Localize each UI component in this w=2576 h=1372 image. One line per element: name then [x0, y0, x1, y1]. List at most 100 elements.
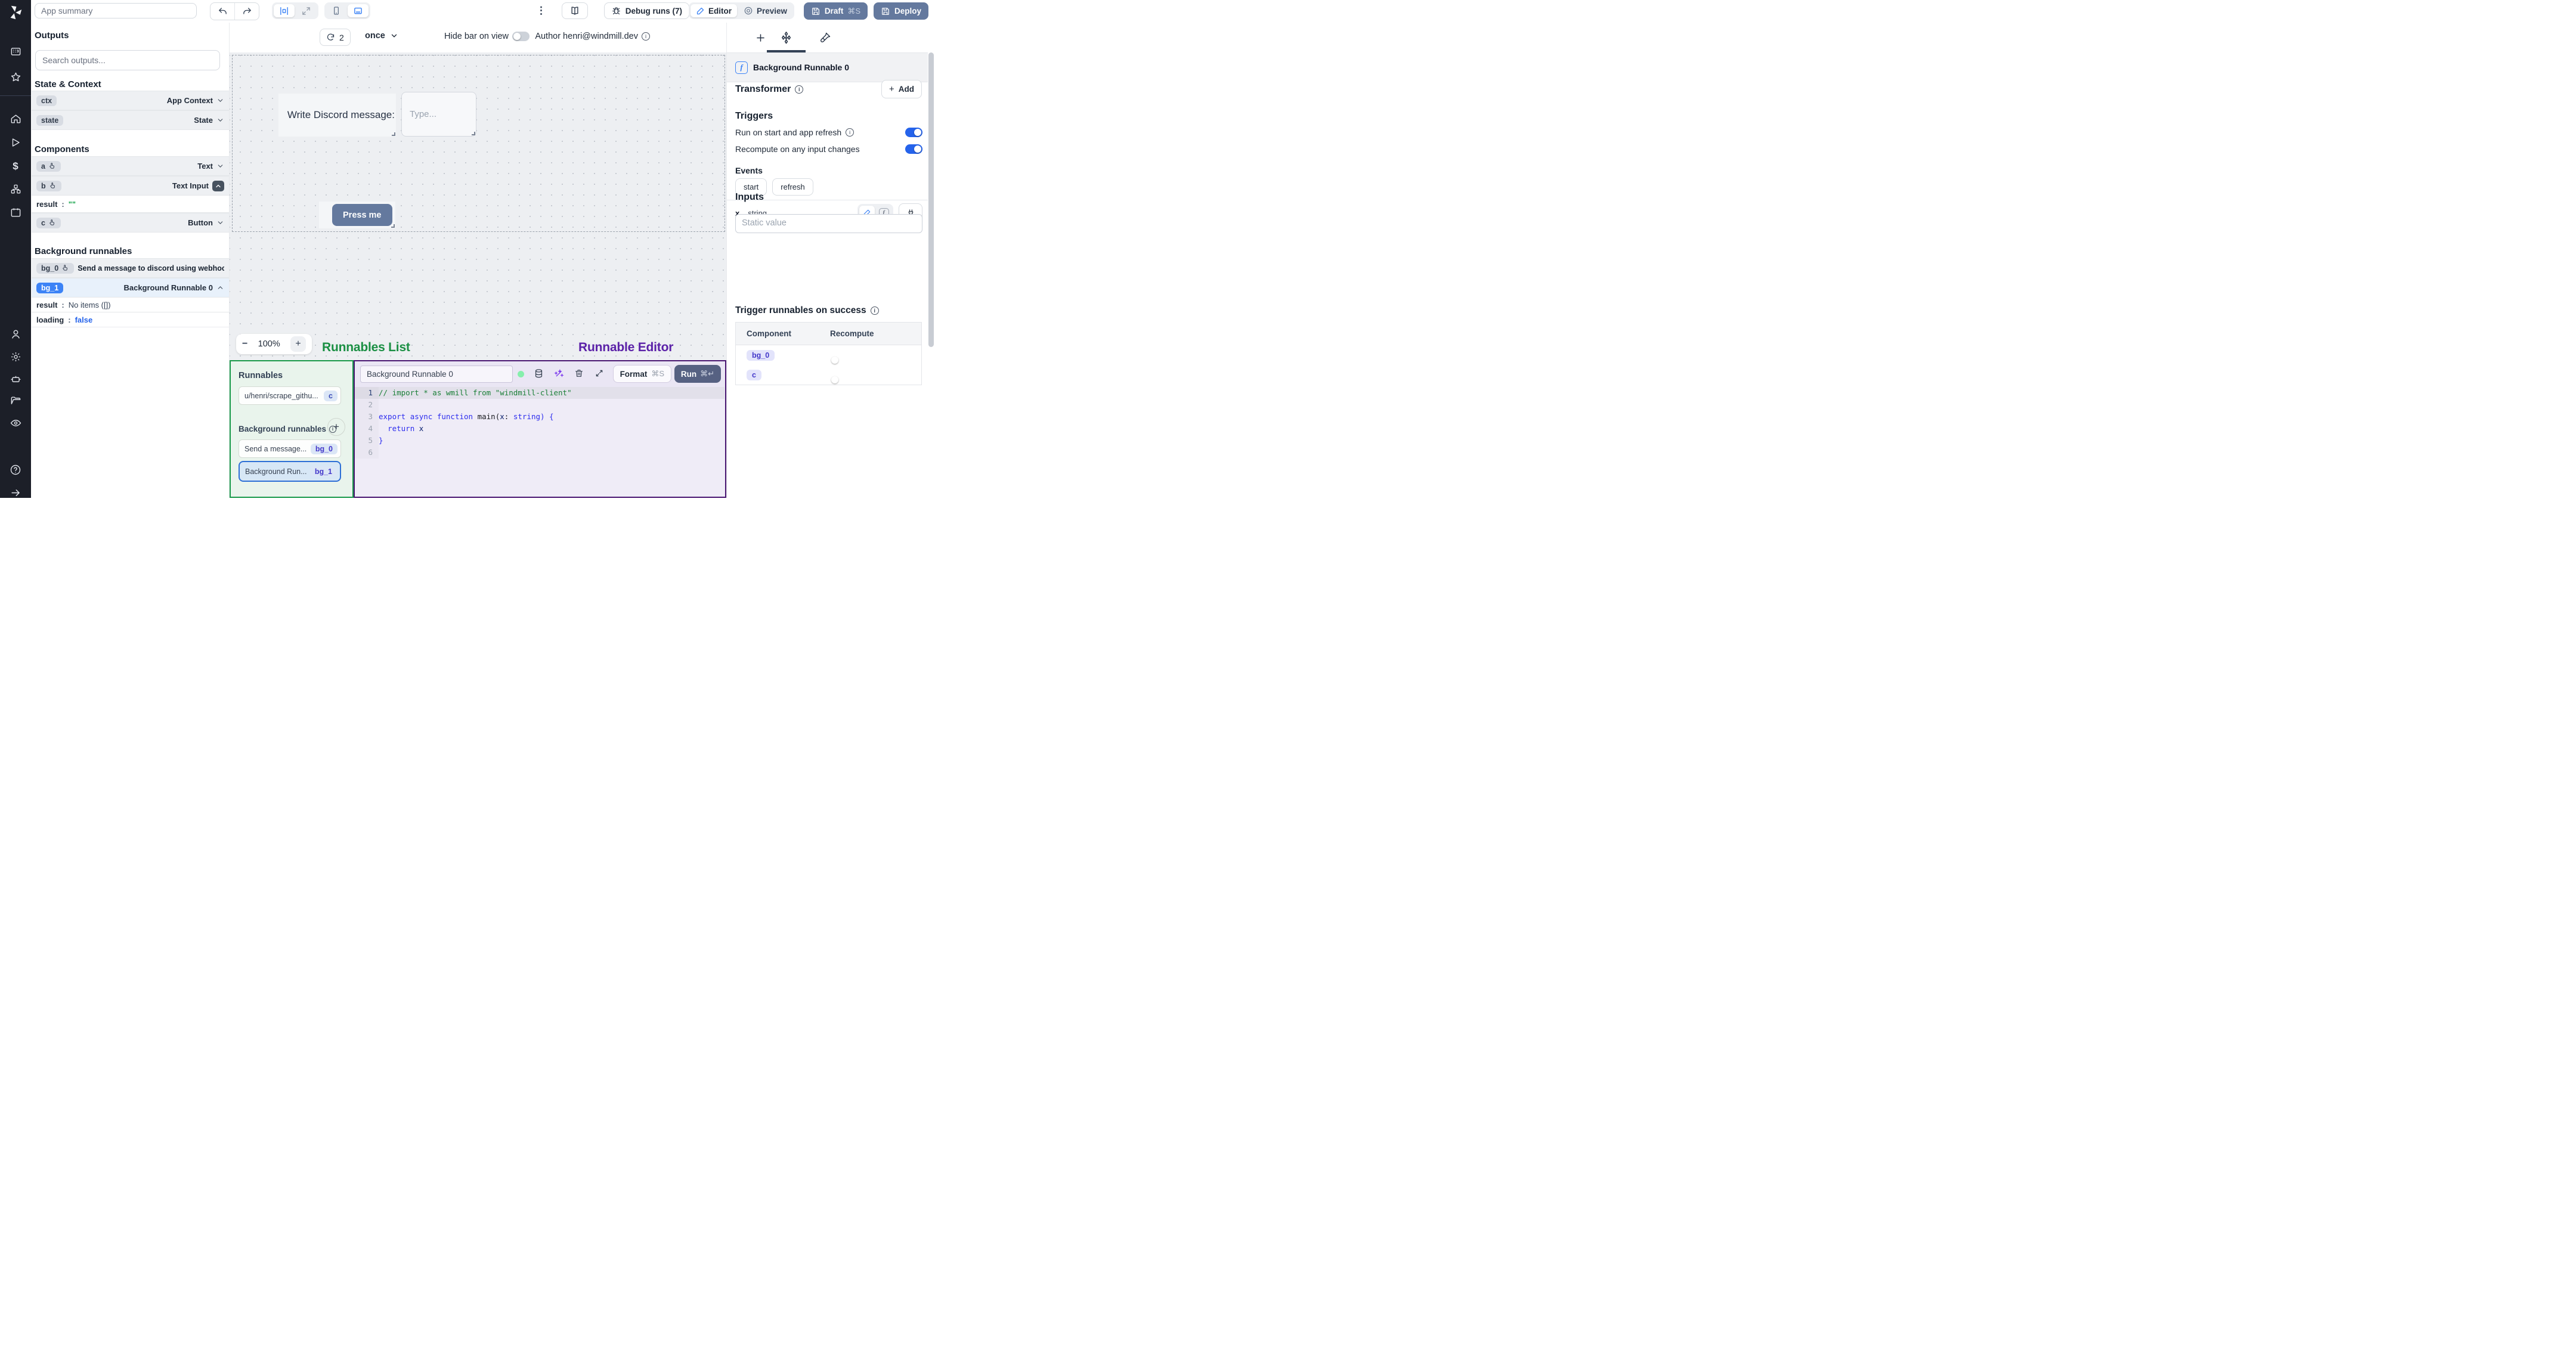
star-icon[interactable]	[0, 72, 31, 83]
format-button[interactable]: Format ⌘S	[612, 365, 671, 383]
windmill-logo[interactable]	[6, 4, 24, 21]
home-icon[interactable]	[0, 113, 31, 125]
component-a-row[interactable]: a Text	[32, 156, 229, 176]
info-icon[interactable]: i	[795, 85, 804, 94]
code-line[interactable]: 5}	[355, 435, 724, 447]
redo-button[interactable]	[234, 3, 259, 20]
code-line[interactable]: 2	[355, 399, 724, 411]
event-refresh-pill[interactable]: refresh	[772, 178, 813, 196]
expand-editor-icon[interactable]	[595, 368, 604, 378]
interval-select[interactable]: once	[365, 31, 398, 41]
grid-outline	[232, 55, 725, 232]
draft-button[interactable]: Draft ⌘S	[803, 2, 868, 20]
component-b-row[interactable]: b Text Input	[32, 176, 229, 196]
state-row[interactable]: state State	[32, 110, 229, 130]
static-value-input[interactable]	[735, 214, 922, 233]
code-line[interactable]: 6	[355, 447, 724, 459]
button-component-selection[interactable]: Press me	[319, 202, 395, 228]
bg1-loading-row: loading: false	[32, 312, 229, 327]
component-badge[interactable]: bg_0	[747, 349, 775, 361]
collapse-arrow-icon[interactable]	[0, 487, 31, 498]
folders-icon[interactable]	[0, 395, 31, 407]
text-input-component[interactable]: Type...	[401, 92, 476, 137]
component-badge[interactable]: c	[747, 369, 761, 380]
audit-eye-icon[interactable]	[0, 417, 31, 429]
help-icon[interactable]	[0, 464, 31, 476]
code-editor[interactable]: 1// import * as wmill from "windmill-cli…	[355, 387, 724, 496]
ctx-row[interactable]: ctx App Context	[32, 91, 229, 110]
settings-gear-icon[interactable]	[0, 351, 31, 363]
undo-button[interactable]	[210, 3, 234, 20]
hide-bar-label: Hide bar on view	[444, 32, 509, 41]
more-menu-button[interactable]: ⋮	[536, 5, 546, 17]
runnable-item-script[interactable]: u/henri/scrape_githu... c	[239, 386, 341, 405]
mobile-view-button[interactable]	[326, 4, 346, 17]
deploy-button[interactable]: Deploy	[873, 2, 928, 20]
cache-icon[interactable]	[534, 368, 544, 379]
refresh-count-button[interactable]: 2	[320, 29, 351, 46]
tab-settings-diamonds-icon[interactable]	[777, 29, 795, 47]
tab-insert-plus-icon[interactable]	[751, 29, 769, 47]
workers-icon[interactable]	[0, 373, 31, 385]
search-outputs-input[interactable]	[35, 50, 220, 70]
chevron-down-icon[interactable]	[216, 219, 224, 227]
users-icon[interactable]	[0, 329, 31, 340]
hide-bar-toggle[interactable]	[512, 32, 530, 41]
recompute-toggle[interactable]	[905, 144, 922, 154]
resize-handle[interactable]	[391, 224, 395, 228]
app-summary-input[interactable]	[35, 3, 197, 18]
add-transformer-button[interactable]: + Add	[881, 80, 922, 98]
line-number: 2	[368, 400, 373, 409]
press-me-button[interactable]: Press me	[332, 204, 392, 226]
scrollbar[interactable]	[928, 52, 934, 347]
chevron-down-icon[interactable]	[216, 162, 224, 170]
run-button[interactable]: Run ⌘↵	[674, 365, 721, 383]
fullwidth-layout-button[interactable]	[296, 4, 317, 17]
chevron-down-icon[interactable]	[216, 116, 224, 124]
bg1-result-row: result: No items ([])	[32, 298, 229, 312]
chevron-up-icon[interactable]	[216, 284, 224, 292]
delete-icon[interactable]	[574, 368, 584, 378]
docs-button[interactable]	[562, 2, 588, 19]
tab-preview[interactable]: Preview	[738, 4, 792, 17]
runnable-item-bg0[interactable]: Send a message... bg_0	[239, 439, 341, 458]
bg1-row-selected[interactable]: bg_1 Background Runnable 0	[32, 278, 229, 298]
chevron-up-icon[interactable]	[212, 180, 224, 191]
code-line[interactable]: 1// import * as wmill from "windmill-cli…	[355, 387, 724, 399]
refresh-icon	[326, 33, 335, 42]
info-icon[interactable]: i	[642, 32, 650, 41]
component-a-badge: a	[36, 160, 61, 172]
runnable-name-input[interactable]	[360, 366, 513, 383]
components-title: Components	[35, 144, 89, 154]
info-icon[interactable]: i	[870, 306, 879, 315]
tab-editor[interactable]: Editor	[690, 4, 737, 17]
info-icon[interactable]: i	[846, 128, 854, 137]
runnable-item-badge: bg_1	[309, 466, 337, 477]
add-background-runnable-button[interactable]: +	[327, 418, 345, 436]
zoom-in-button[interactable]: +	[290, 336, 306, 352]
schedules-icon[interactable]	[0, 207, 31, 218]
apps-icon[interactable]	[0, 46, 31, 57]
resources-icon[interactable]	[0, 184, 31, 195]
desktop-view-button[interactable]	[348, 4, 369, 17]
code-line[interactable]: 3 export async function main(x: string) {	[355, 411, 724, 423]
resize-handle[interactable]	[391, 132, 395, 136]
debug-runs-label: Debug runs (7)	[625, 6, 682, 16]
center-layout-button[interactable]	[274, 4, 295, 17]
run-on-start-toggle[interactable]	[905, 128, 922, 137]
variables-icon[interactable]: $	[0, 160, 31, 172]
tab-styling-brush-icon[interactable]	[816, 29, 834, 47]
ai-wand-icon[interactable]	[554, 368, 564, 379]
code-line[interactable]: 4 return x	[355, 423, 724, 435]
component-c-row[interactable]: c Button	[32, 213, 229, 233]
text-component[interactable]: Write Discord message:	[278, 94, 396, 137]
bg0-row[interactable]: bg_0 Send a message to discord using web…	[32, 258, 229, 278]
zoom-out-button[interactable]: −	[242, 339, 247, 349]
runnable-item-bg1-selected[interactable]: Background Run... bg_1	[239, 461, 341, 482]
runs-icon[interactable]	[0, 137, 31, 148]
chevron-down-icon[interactable]	[216, 97, 224, 104]
app-canvas[interactable]: Write Discord message: Type... Press me …	[230, 52, 726, 360]
debug-runs-button[interactable]: Debug runs (7)	[603, 2, 689, 19]
state-context-title: State & Context	[35, 79, 101, 89]
resize-handle[interactable]	[471, 131, 475, 135]
